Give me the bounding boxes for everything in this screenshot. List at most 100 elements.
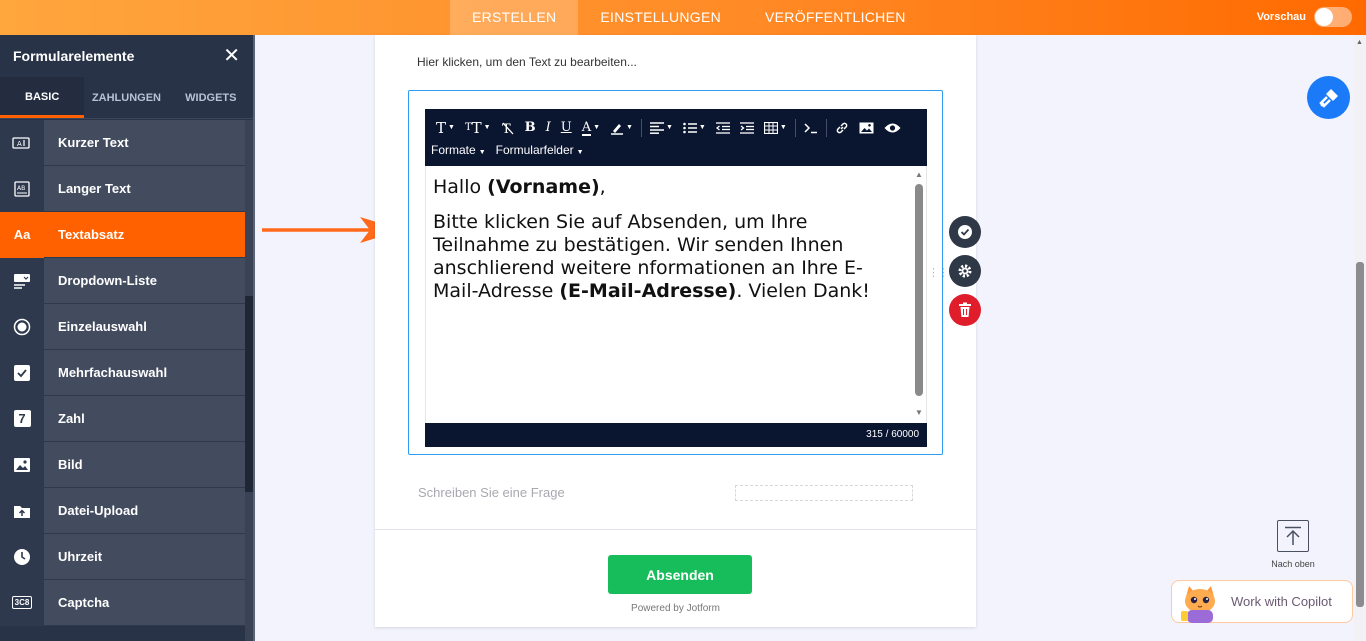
form-fields-dropdown[interactable]: Formularfelder ▼ (496, 143, 584, 157)
highlight-icon[interactable]: ▼ (605, 117, 638, 139)
sidebar-item-uhrzeit[interactable]: Uhrzeit (0, 533, 245, 580)
sidebar-item-label: Datei-Upload (58, 503, 139, 518)
tab-einstellungen[interactable]: EINSTELLUNGEN (578, 0, 743, 35)
editor-text[interactable]: Hallo (Vorname), Bitte klicken Sie auf A… (433, 176, 903, 315)
page-scroll-thumb[interactable] (1356, 262, 1364, 607)
bullet-list-icon[interactable]: ▼ (678, 117, 711, 139)
sidebar-tab-zahlungen[interactable]: ZAHLUNGEN (84, 77, 168, 118)
confirm-button[interactable] (949, 216, 981, 248)
outdent-icon[interactable] (711, 117, 735, 139)
toggle-knob (1315, 8, 1333, 26)
tab-erstellen[interactable]: ERSTELLEN (450, 0, 579, 35)
font-family-icon[interactable]: T ▼ (431, 117, 460, 139)
sidebar-item-label: Mehrfachauswahl (58, 365, 168, 380)
text-color-glyph: A (581, 119, 592, 136)
text-color-icon[interactable]: A ▼ (577, 117, 605, 139)
greeting-suffix: , (599, 176, 606, 198)
to-top-label: Nach oben (1271, 559, 1315, 569)
caret-down-icon: ▼ (448, 124, 455, 131)
caret-down-icon: ▼ (483, 124, 491, 131)
editor-scroll-thumb[interactable] (915, 184, 923, 396)
preview-control: Vorschau (1257, 7, 1352, 27)
toolbar-row-2: Formate ▼ Formularfelder ▼ (425, 140, 584, 160)
scroll-up-icon[interactable]: ▲ (914, 170, 924, 180)
formats-dropdown[interactable]: Formate ▼ (431, 143, 486, 157)
sidebar-item-bild[interactable]: Bild (0, 441, 245, 488)
preview-label: Vorschau (1256, 11, 1306, 23)
clear-format-icon[interactable]: T (496, 117, 520, 139)
formats-label: Formate (431, 143, 476, 157)
sidebar-item-textabsatz[interactable]: Aa Textabsatz (0, 211, 245, 258)
character-count: 315 / 60000 (866, 429, 919, 440)
caret-down-icon: ▼ (576, 149, 584, 156)
font-size-icon[interactable]: T T ▼ (460, 117, 496, 139)
sidebar-item-label: Langer Text (58, 181, 131, 196)
dropdown-icon (0, 257, 44, 304)
sidebar-item-label: Dropdown-Liste (58, 273, 157, 288)
scroll-up-icon[interactable]: ▲ (1356, 39, 1363, 46)
sidebar-item-einzelauswahl[interactable]: Einzelauswahl (0, 303, 245, 350)
toolbar-separator (640, 119, 642, 137)
long-text-icon: AB (0, 165, 44, 212)
captcha-icon-glyph: 3C8 (11, 596, 33, 609)
first-name-field-tag: (Vorname) (487, 176, 600, 198)
font-size-small-glyph: T (464, 122, 472, 133)
sidebar-scrollbar[interactable] (245, 120, 253, 641)
copilot-button[interactable]: Work with Copilot (1171, 580, 1353, 623)
sidebar-tab-widgets[interactable]: WIDGETS (169, 77, 253, 118)
sidebar-item-mehrfachauswahl[interactable]: Mehrfachauswahl (0, 349, 245, 396)
page-scrollbar[interactable]: ▲ (1354, 35, 1366, 641)
editor-scrollbar[interactable]: ▲ ▼ (914, 170, 924, 418)
indent-icon[interactable] (735, 117, 759, 139)
preview-eye-icon[interactable] (879, 117, 906, 139)
font-size-large-glyph: T (471, 119, 482, 137)
settings-button[interactable] (949, 255, 981, 287)
sidebar-item-langer-text[interactable]: AB Langer Text (0, 165, 245, 212)
scroll-down-icon[interactable]: ▼ (914, 408, 924, 418)
email-field-tag: (E-Mail-Adresse) (559, 280, 737, 302)
close-icon[interactable]: ✕ (223, 46, 240, 66)
body-suffix: . Vielen Dank! (736, 280, 870, 302)
caret-down-icon: ▼ (698, 124, 706, 131)
editor-content[interactable]: Hallo (Vorname), Bitte klicken Sie auf A… (425, 166, 927, 423)
sidebar-item-datei-upload[interactable]: Datei-Upload (0, 487, 245, 534)
code-icon[interactable] (799, 117, 823, 139)
sidebar-item-kurzer-text[interactable]: A Kurzer Text (0, 119, 245, 166)
submit-button[interactable]: Absenden (608, 555, 752, 594)
trash-icon (959, 302, 971, 317)
paragraph-editor: T ▼ T T ▼ T B I U A ▼ ▼ ▼ ▼ ▼ Formate ▼ … (408, 90, 943, 455)
link-icon[interactable] (830, 117, 854, 139)
image-insert-icon[interactable] (854, 117, 879, 139)
form-designer-button[interactable] (1307, 76, 1350, 119)
underline-icon[interactable]: U (556, 117, 577, 139)
edit-hint[interactable]: Hier klicken, um den Text zu bearbeiten.… (417, 55, 637, 69)
form-card: Hier klicken, um den Text zu bearbeiten.… (375, 35, 981, 627)
bold-icon[interactable]: B (520, 117, 541, 139)
sidebar-item-label: Bild (58, 457, 83, 472)
question-drop-area[interactable] (735, 485, 913, 501)
drag-handle-icon[interactable]: ⋮⋮ (928, 266, 949, 279)
scroll-to-top[interactable]: Nach oben (1262, 520, 1324, 569)
italic-icon[interactable]: I (541, 117, 556, 139)
form-elements-sidebar: Formularelemente ✕ BASIC ZAHLUNGEN WIDGE… (0, 35, 255, 641)
sidebar-item-zahl[interactable]: 7 Zahl (0, 395, 245, 442)
sidebar-item-label: Uhrzeit (58, 549, 103, 564)
table-icon[interactable]: ▼ (759, 117, 792, 139)
sidebar-tab-basic[interactable]: BASIC (0, 77, 85, 118)
sidebar-item-captcha[interactable]: 3C8 Captcha (0, 579, 245, 626)
sidebar-item-label: Captcha (58, 595, 110, 610)
sidebar-item-dropdown-liste[interactable]: Dropdown-Liste (0, 257, 245, 304)
caret-down-icon: ▼ (478, 149, 486, 156)
caret-down-icon: ▼ (593, 124, 601, 131)
sidebar-scroll-thumb[interactable] (245, 296, 253, 492)
greeting-prefix: Hallo (433, 176, 488, 198)
preview-toggle[interactable] (1314, 7, 1352, 27)
copilot-cat-avatar-icon (1181, 586, 1215, 623)
powered-by: Powered by Jotform (631, 603, 720, 614)
question-placeholder[interactable]: Schreiben Sie eine Frage (418, 485, 565, 500)
delete-button[interactable] (949, 294, 981, 326)
toolbar-separator (825, 119, 827, 137)
captcha-icon: 3C8 (0, 579, 44, 626)
tab-veroeffentlichen[interactable]: VERÖFFENTLICHEN (743, 0, 928, 35)
align-icon[interactable]: ▼ (645, 117, 678, 139)
